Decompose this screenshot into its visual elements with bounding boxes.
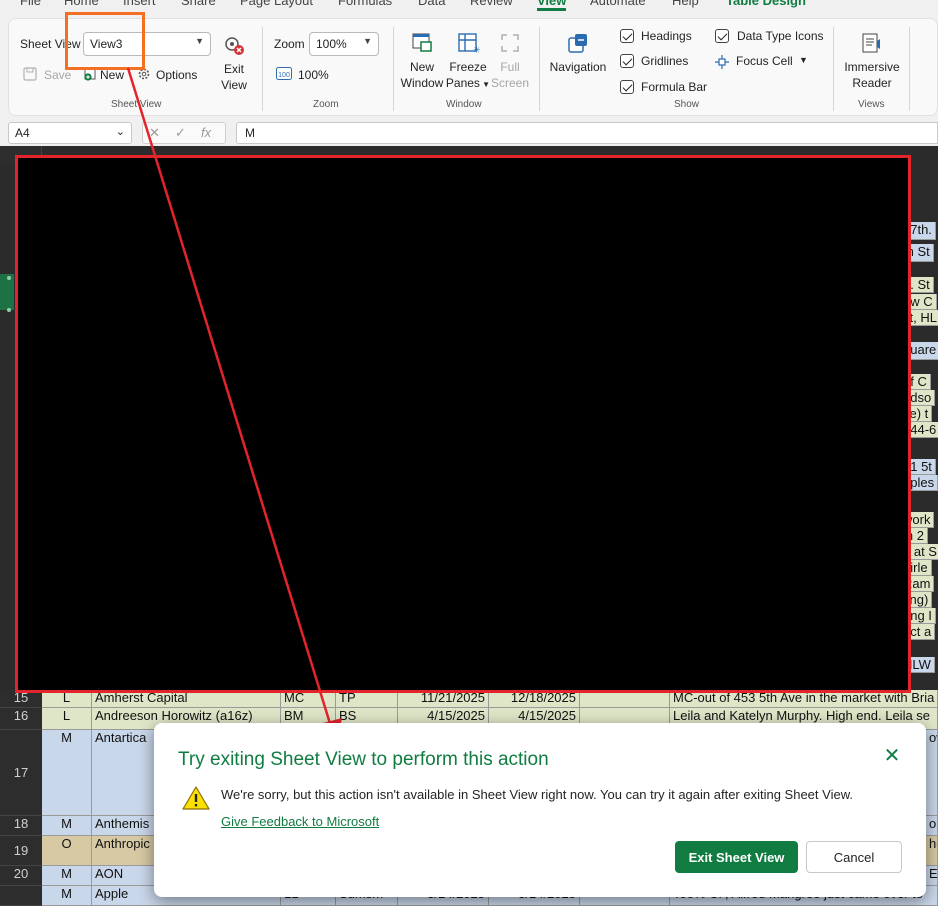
- cancel-button[interactable]: Cancel: [806, 841, 902, 873]
- exit-sheet-view-button[interactable]: Exit Sheet View: [675, 841, 798, 873]
- sheet-view-dialog: Try exiting Sheet View to perform this a…: [154, 723, 926, 897]
- close-icon[interactable]: ✕: [882, 746, 902, 767]
- excel-window: File Home Insert Share Page Layout Formu…: [0, 0, 938, 906]
- dialog-title: Try exiting Sheet View to perform this a…: [178, 749, 549, 770]
- dialog-message: We're sorry, but this action isn't avail…: [221, 787, 853, 802]
- warning-icon: [182, 785, 210, 814]
- feedback-link[interactable]: Give Feedback to Microsoft: [221, 814, 379, 829]
